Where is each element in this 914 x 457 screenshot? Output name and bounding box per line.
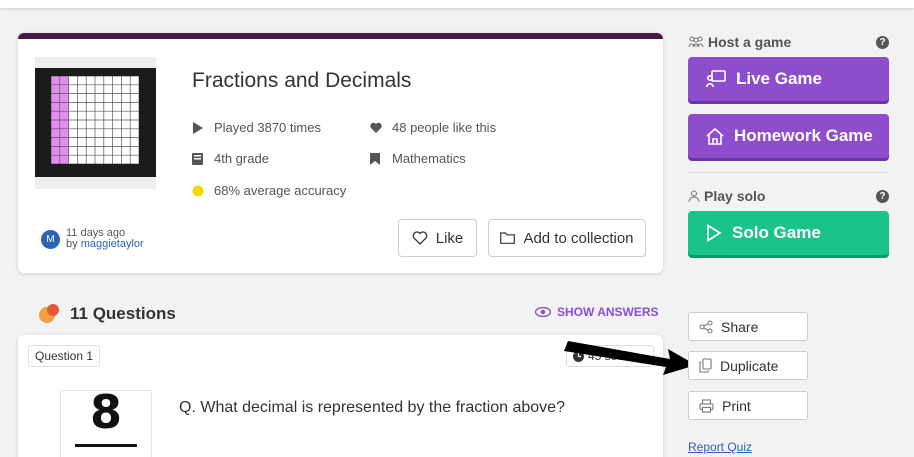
accuracy-dot-icon	[192, 185, 204, 197]
print-button[interactable]: Print	[688, 391, 808, 420]
person-icon	[688, 190, 700, 202]
host-help-icon[interactable]: ?	[876, 36, 889, 49]
add-to-collection-button[interactable]: Add to collection	[488, 219, 646, 257]
questions-header: 11 Questions	[38, 303, 176, 325]
top-bar	[0, 0, 914, 9]
duplicate-button[interactable]: Duplicate	[688, 351, 808, 380]
play-icon	[192, 121, 204, 134]
question-number-label: Question 1	[28, 345, 101, 367]
fraction-numerator: 8	[89, 385, 122, 439]
author-info: M 11 days ago by maggietaylor	[41, 228, 144, 250]
report-quiz-link[interactable]: Report Quiz	[688, 440, 752, 454]
questions-icon	[39, 304, 59, 323]
played-count: Played 3870 times	[192, 120, 321, 135]
hundred-grid-image	[51, 76, 139, 164]
book-icon	[192, 152, 204, 165]
likes-count: 48 people like this	[370, 120, 496, 135]
heart-outline-icon	[412, 231, 428, 245]
group-icon	[688, 36, 704, 48]
sidebar-divider	[688, 172, 889, 173]
quiz-title: Fractions and Decimals	[192, 69, 412, 92]
share-button[interactable]: Share	[688, 312, 808, 341]
host-game-label: Host a game	[688, 34, 791, 50]
solo-game-button[interactable]: Solo Game	[688, 211, 889, 255]
card-accent-stripe	[18, 33, 663, 39]
quiz-thumbnail	[35, 57, 156, 189]
author-link[interactable]: maggietaylor	[81, 238, 144, 250]
play-solo-label: Play solo	[688, 188, 765, 204]
avatar[interactable]: M	[41, 229, 60, 249]
home-icon	[706, 127, 724, 145]
grade-level: 4th grade	[192, 151, 269, 166]
bookmark-icon	[370, 152, 382, 165]
live-game-button[interactable]: Live Game	[688, 57, 889, 101]
solo-help-icon[interactable]: ?	[876, 190, 889, 203]
show-answers-toggle[interactable]: SHOW ANSWERS	[535, 305, 659, 319]
arrow-annotation	[564, 341, 696, 375]
printer-icon	[699, 398, 714, 413]
homework-game-button[interactable]: Homework Game	[688, 114, 889, 158]
like-button[interactable]: Like	[398, 219, 477, 257]
heart-icon	[370, 122, 382, 134]
subject: Mathematics	[370, 151, 466, 166]
question-text: Q. What decimal is represented by the fr…	[179, 399, 565, 416]
quiz-card: Fractions and Decimals Played 3870 times…	[18, 33, 663, 273]
fraction-bar	[75, 444, 137, 447]
share-icon	[699, 320, 713, 334]
eye-icon	[535, 307, 551, 317]
play-outline-icon	[706, 224, 722, 242]
folder-icon	[500, 232, 516, 244]
copy-icon	[699, 358, 712, 373]
average-accuracy: 68% average accuracy	[192, 183, 346, 198]
live-game-icon	[706, 70, 726, 88]
question-image: 8	[60, 385, 152, 457]
